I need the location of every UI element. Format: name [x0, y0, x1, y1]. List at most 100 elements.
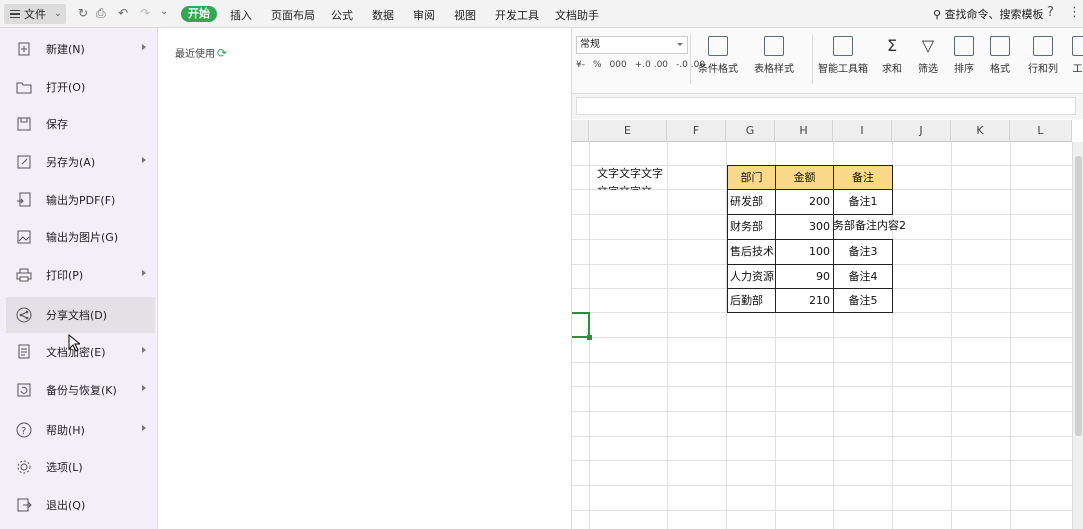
- undo-icon[interactable]: ↶: [118, 6, 128, 20]
- table-cell-amount[interactable]: 300: [775, 214, 834, 240]
- table-cell-amount[interactable]: 210: [775, 288, 834, 313]
- customize-quickbar-icon[interactable]: ⌄: [160, 6, 168, 17]
- toolbox-icon: [833, 36, 853, 56]
- table-header-amount[interactable]: 金额: [775, 165, 834, 190]
- menu-item-label: 备份与恢复(K): [46, 384, 117, 397]
- tab-review[interactable]: 审阅: [413, 7, 435, 23]
- menu-item-label: 选项(L): [46, 461, 83, 474]
- menu-item-print[interactable]: 打印(P): [6, 257, 155, 293]
- search-icon: ⚲: [933, 8, 942, 21]
- cell-e-text[interactable]: 文字文字文字: [597, 162, 665, 180]
- worksheet-button[interactable]: 工: [1072, 36, 1083, 75]
- table-header-dept[interactable]: 部门: [727, 165, 776, 190]
- help-button[interactable]: ?: [1047, 5, 1054, 20]
- thousands-format-button[interactable]: 000: [610, 60, 627, 70]
- column-header-h[interactable]: H: [775, 120, 833, 142]
- menu-item-exit[interactable]: 退出(Q): [6, 487, 155, 523]
- file-menu-button[interactable]: 文件 ⌄: [4, 4, 66, 24]
- menu-item-export-image[interactable]: 输出为图片(G): [6, 219, 155, 255]
- tab-formulas[interactable]: 公式: [331, 7, 353, 23]
- column-header-j[interactable]: J: [892, 120, 951, 142]
- command-search[interactable]: ⚲ 查找命令、搜索模板: [933, 6, 1044, 22]
- more-icon[interactable]: ⋮: [1068, 5, 1081, 20]
- number-format-select[interactable]: 常规: [576, 36, 688, 54]
- submenu-arrow-icon: [142, 347, 149, 353]
- tab-insert[interactable]: 插入: [230, 7, 252, 23]
- format-icon: [990, 36, 1010, 56]
- sum-button[interactable]: Σ 求和: [882, 36, 902, 75]
- column-header-l[interactable]: L: [1010, 120, 1072, 142]
- printer-icon: [16, 267, 32, 283]
- table-header-note[interactable]: 备注: [833, 165, 893, 190]
- menu-item-save-as[interactable]: 另存为(A): [6, 144, 155, 180]
- column-header-f[interactable]: F: [667, 120, 726, 142]
- tab-data[interactable]: 数据: [372, 7, 394, 23]
- command-search-label: 查找命令、搜索模板: [944, 8, 1044, 21]
- table-cell-dept[interactable]: 售后技术: [727, 239, 776, 265]
- table-cell-note[interactable]: 备注3: [833, 239, 893, 265]
- menu-item-export-pdf[interactable]: 输出为PDF(F): [6, 182, 155, 218]
- menu-item-backup[interactable]: 备份与恢复(K): [6, 372, 155, 408]
- menu-item-save[interactable]: 保存: [6, 106, 155, 142]
- increase-decimal-button[interactable]: +.0 .00: [635, 60, 668, 70]
- menu-item-encrypt[interactable]: 文档加密(E): [6, 334, 155, 370]
- formula-input[interactable]: [576, 97, 1076, 115]
- smart-toolbox-button[interactable]: 智能工具箱: [818, 36, 868, 75]
- table-cell-note[interactable]: 务部备注内容2: [833, 214, 911, 240]
- sum-label: 求和: [882, 64, 902, 75]
- table-cell-dept[interactable]: 后勤部: [727, 288, 776, 313]
- table-cell-amount[interactable]: 100: [775, 239, 834, 265]
- recent-files-heading: 最近使用 ⟳: [175, 45, 227, 61]
- tab-doc-assistant[interactable]: 文档助手: [555, 7, 599, 23]
- format-label: 格式: [990, 64, 1010, 75]
- redo-icon[interactable]: ↷: [140, 6, 150, 20]
- save-icon: [16, 116, 32, 132]
- column-header-g[interactable]: G: [726, 120, 775, 142]
- filter-label: 筛选: [918, 64, 938, 75]
- column-header-i[interactable]: I: [833, 120, 892, 142]
- menu-item-options[interactable]: 选项(L): [6, 449, 155, 485]
- format-button[interactable]: 格式: [990, 36, 1010, 75]
- table-cell-note[interactable]: 备注1: [833, 189, 893, 215]
- table-cell-amount[interactable]: 90: [775, 264, 834, 289]
- undo-history-icon[interactable]: ↻: [78, 6, 88, 20]
- refresh-icon[interactable]: ⟳: [217, 46, 227, 60]
- currency-format-button[interactable]: ¥-: [576, 60, 585, 70]
- column-header-k[interactable]: K: [951, 120, 1010, 142]
- tab-view[interactable]: 视图: [454, 7, 476, 23]
- table-cell-note[interactable]: 备注4: [833, 264, 893, 289]
- tab-home[interactable]: 开始: [181, 6, 217, 22]
- vertical-scrollbar[interactable]: [1072, 142, 1083, 529]
- rows-columns-icon: [1033, 36, 1053, 56]
- table-cell-dept[interactable]: 人力资源: [727, 264, 776, 289]
- menu-item-label: 打印(P): [46, 269, 84, 282]
- table-cell-dept[interactable]: 研发部: [727, 189, 776, 215]
- menu-item-new[interactable]: 新建(N): [6, 31, 155, 67]
- submenu-arrow-icon: [142, 270, 149, 276]
- percent-format-button[interactable]: %: [593, 60, 602, 70]
- menu-item-help[interactable]: ? 帮助(H): [6, 412, 155, 448]
- submenu-arrow-icon: [142, 44, 149, 50]
- menu-item-label: 保存: [46, 118, 68, 131]
- menu-item-open[interactable]: 打开(O): [6, 69, 155, 105]
- conditional-format-button[interactable]: 条件格式: [698, 36, 738, 75]
- svg-text:?: ?: [21, 426, 26, 437]
- sort-button[interactable]: 排序: [954, 36, 974, 75]
- rows-columns-button[interactable]: 行和列: [1028, 36, 1058, 75]
- fill-handle[interactable]: [587, 335, 592, 340]
- table-style-button[interactable]: 表格样式: [754, 36, 794, 75]
- column-header-d[interactable]: [572, 120, 589, 142]
- recent-files-panel: 最近使用 ⟳: [158, 28, 572, 529]
- scrollbar-thumb[interactable]: [1075, 156, 1082, 436]
- column-header-e[interactable]: E: [589, 120, 667, 142]
- menu-item-share[interactable]: 分享文档(D): [6, 297, 155, 333]
- table-cell-note[interactable]: 备注5: [833, 288, 893, 313]
- menu-item-label: 打开(O): [46, 81, 86, 94]
- tab-page-layout[interactable]: 页面布局: [271, 7, 315, 23]
- print-preview-icon[interactable]: ⎙: [96, 6, 106, 21]
- table-cell-dept[interactable]: 财务部: [727, 214, 776, 240]
- chevron-down-icon: ⌄: [54, 9, 62, 19]
- filter-button[interactable]: ▽ 筛选: [918, 36, 938, 75]
- tab-developer[interactable]: 开发工具: [495, 7, 539, 23]
- table-cell-amount[interactable]: 200: [775, 189, 834, 215]
